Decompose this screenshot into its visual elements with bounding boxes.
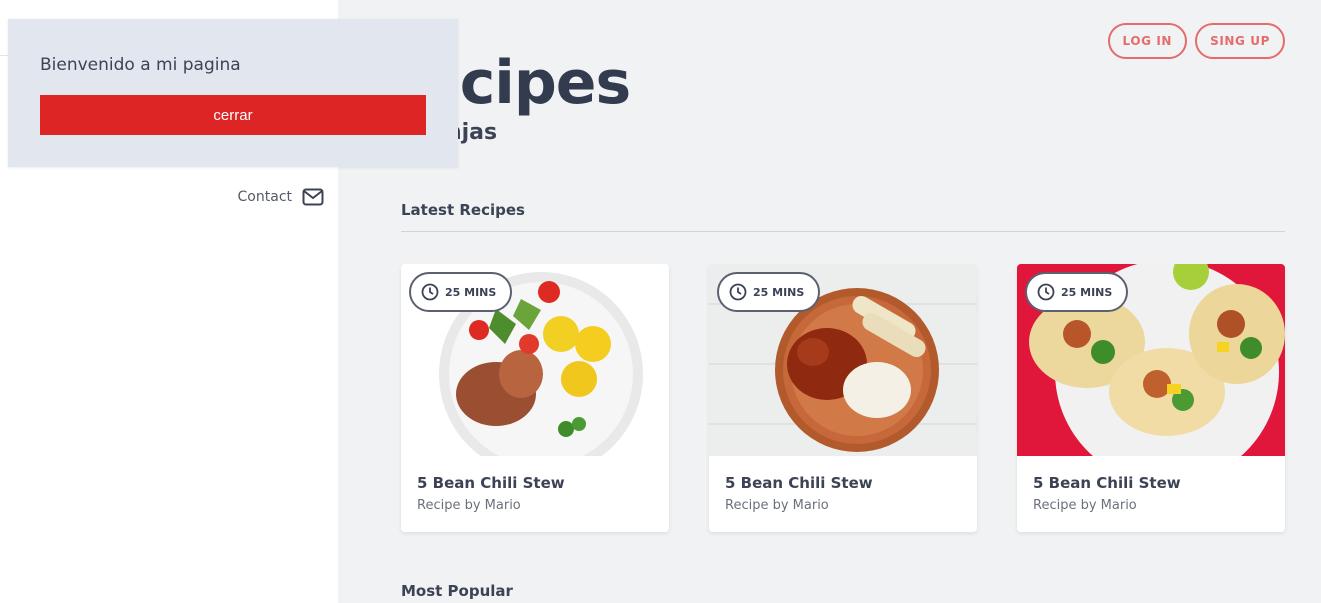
recipe-card[interactable]: 25 MINS 5 Bean Chili Stew Recipe by Mari… — [1017, 264, 1285, 532]
section-divider — [401, 231, 1285, 232]
time-badge: 25 MINS — [1025, 272, 1129, 312]
contact-label: Contact — [237, 189, 292, 205]
time-label: 25 MINS — [445, 285, 497, 299]
close-modal-button[interactable]: cerrar — [40, 95, 426, 135]
time-label: 25 MINS — [753, 285, 805, 299]
mail-icon — [302, 188, 324, 206]
main-content: LOG IN SING UP ecipes Ninjas Latest Reci… — [338, 0, 1321, 603]
recipe-card[interactable]: 25 MINS 5 Bean Chili Stew Recipe by Mari… — [709, 264, 977, 532]
recipe-card[interactable]: 25 MINS 5 Bean Chili Stew Recipe by Mari… — [401, 264, 669, 532]
recipe-author: Recipe by Mario — [1033, 498, 1137, 513]
auth-buttons: LOG IN SING UP — [1107, 23, 1285, 59]
time-label: 25 MINS — [1061, 285, 1113, 299]
welcome-modal: Bienvenido a mi pagina cerrar — [8, 19, 458, 167]
clock-icon — [1037, 283, 1055, 301]
time-badge: 25 MINS — [409, 272, 513, 312]
time-badge: 25 MINS — [717, 272, 821, 312]
recipe-name: 5 Bean Chili Stew — [1033, 474, 1181, 492]
recipe-author: Recipe by Mario — [725, 498, 829, 513]
latest-recipes-heading: Latest Recipes — [401, 201, 525, 219]
login-button[interactable]: LOG IN — [1107, 23, 1188, 59]
clock-icon — [421, 283, 439, 301]
recipe-name: 5 Bean Chili Stew — [417, 474, 565, 492]
welcome-message: Bienvenido a mi pagina — [40, 55, 241, 75]
signup-button[interactable]: SING UP — [1195, 23, 1285, 59]
most-popular-heading: Most Popular — [401, 582, 513, 600]
recipe-name: 5 Bean Chili Stew — [725, 474, 873, 492]
contact-link[interactable]: Contact — [238, 188, 324, 206]
recipe-author: Recipe by Mario — [417, 498, 521, 513]
clock-icon — [729, 283, 747, 301]
